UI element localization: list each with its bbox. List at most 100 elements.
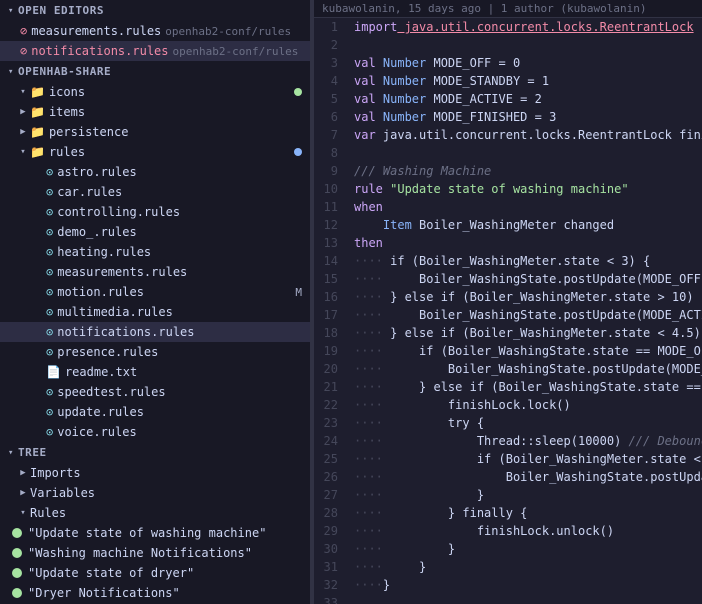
file-label: speedtest.rules	[57, 385, 165, 399]
file-multimedia[interactable]: ⊙ multimedia.rules	[0, 302, 310, 322]
rule-washing-state[interactable]: "Update state of washing machine"	[0, 523, 310, 543]
open-file-measurements[interactable]: ⊘ measurements.rules openhab2-conf/rules	[0, 21, 310, 41]
file-icon: ⊘	[20, 44, 27, 58]
folder-label: rules	[49, 145, 85, 159]
folder-arrow: ▾	[18, 87, 28, 97]
folder-icon: 📁	[30, 105, 45, 119]
rule-dot	[12, 568, 22, 578]
editor-header: kubawolanin, 15 days ago | 1 author (kub…	[314, 0, 702, 18]
file-car[interactable]: ⊙ car.rules	[0, 182, 310, 202]
code-line: ···· Boiler_WashingState.postUpdate(MODE…	[354, 306, 702, 324]
file-icon: 📄	[46, 365, 61, 379]
file-motion[interactable]: ⊙ motion.rules M	[0, 282, 310, 302]
arrow: ▶	[18, 468, 28, 478]
rule-dryer-notif[interactable]: "Dryer Notifications"	[0, 583, 310, 603]
file-speedtest[interactable]: ⊙ speedtest.rules	[0, 382, 310, 402]
code-line: ···· } else if (Boiler_WashingMeter.stat…	[354, 288, 702, 306]
file-label: readme.txt	[65, 365, 137, 379]
sidebar: ▾ OPEN EDITORS ⊘ measurements.rules open…	[0, 0, 310, 604]
folder-icon: 📁	[30, 125, 45, 139]
code-line: val Number MODE_ACTIVE = 2	[354, 90, 702, 108]
tree-item-label: Imports	[30, 466, 81, 480]
arrow: ▾	[18, 508, 28, 518]
file-icon: ⊙	[46, 205, 53, 219]
file-label: notifications.rules	[57, 325, 194, 339]
file-controlling[interactable]: ⊙ controlling.rules	[0, 202, 310, 222]
file-icon: ⊙	[46, 385, 53, 399]
file-label: measurements.rules	[57, 265, 187, 279]
code-line: ···· if (Boiler_WashingMeter.state < 3) …	[354, 252, 702, 270]
open-editors-header[interactable]: ▾ OPEN EDITORS	[0, 0, 310, 21]
file-label: controlling.rules	[57, 205, 180, 219]
tree-imports[interactable]: ▶ Imports	[0, 463, 310, 483]
file-icon: ⊙	[46, 225, 53, 239]
folder-arrow: ▶	[18, 127, 28, 137]
git-badge: M	[295, 286, 302, 299]
folder-arrow: ▾	[18, 147, 28, 157]
tree-variables[interactable]: ▶ Variables	[0, 483, 310, 503]
open-editors-arrow: ▾	[8, 6, 14, 16]
folder-icons[interactable]: ▾ 📁 icons	[0, 82, 310, 102]
file-icon: ⊘	[20, 24, 27, 38]
code-line: ···· if (Boiler_WashingMeter.state <	[354, 450, 702, 468]
editor: kubawolanin, 15 days ago | 1 author (kub…	[314, 0, 702, 604]
code-area[interactable]: import java.util.concurrent.locks.Reentr…	[346, 18, 702, 604]
file-label: multimedia.rules	[57, 305, 173, 319]
file-icon: ⊙	[46, 425, 53, 439]
openhab-share-label: OPENHAB-SHARE	[18, 65, 111, 78]
file-label: heating.rules	[57, 245, 151, 259]
file-update[interactable]: ⊙ update.rules	[0, 402, 310, 422]
code-line: ····}	[354, 576, 702, 594]
folder-rules[interactable]: ▾ 📁 rules	[0, 142, 310, 162]
rule-dot	[12, 548, 22, 558]
code-line: ···· finishLock.lock()	[354, 396, 702, 414]
editor-content: 12345 678910 1112131415 1617181920 21222…	[314, 18, 702, 604]
rule-label: "Washing machine Notifications"	[28, 546, 252, 560]
file-icon: ⊙	[46, 325, 53, 339]
code-line: when	[354, 198, 702, 216]
folder-icon: 📁	[30, 145, 45, 159]
code-line: ···· } finally {	[354, 504, 702, 522]
file-measurements[interactable]: ⊙ measurements.rules	[0, 262, 310, 282]
folder-persistence[interactable]: ▶ 📁 persistence	[0, 122, 310, 142]
code-line: val Number MODE_FINISHED = 3	[354, 108, 702, 126]
tree-label: TREE	[18, 446, 47, 459]
file-label: update.rules	[57, 405, 144, 419]
file-notifications[interactable]: ⊙ notifications.rules	[0, 322, 310, 342]
rule-washing-notif[interactable]: "Washing machine Notifications"	[0, 543, 310, 563]
file-label: motion.rules	[57, 285, 144, 299]
folder-label: persistence	[49, 125, 128, 139]
file-icon: ⊙	[46, 185, 53, 199]
code-line: var java.util.concurrent.locks.Reentrant…	[354, 126, 702, 144]
code-line: ···· }	[354, 540, 702, 558]
line-numbers: 12345 678910 1112131415 1617181920 21222…	[314, 18, 346, 604]
file-presence[interactable]: ⊙ presence.rules	[0, 342, 310, 362]
code-line: ···· } else if (Boiler_WashingMeter.stat…	[354, 324, 702, 342]
rule-dryer-state[interactable]: "Update state of dryer"	[0, 563, 310, 583]
folder-items[interactable]: ▶ 📁 items	[0, 102, 310, 122]
code-line: ···· Boiler_WashingState.postUpdate(MODE…	[354, 270, 702, 288]
rule-dot	[12, 528, 22, 538]
file-label: car.rules	[57, 185, 122, 199]
code-line: ···· }	[354, 486, 702, 504]
code-line: ···· }	[354, 558, 702, 576]
tree-rules[interactable]: ▾ Rules	[0, 503, 310, 523]
openhab-share-header[interactable]: ▾ OPENHAB-SHARE	[0, 61, 310, 82]
code-line	[354, 594, 702, 604]
tree-header[interactable]: ▾ TREE	[0, 442, 310, 463]
file-icon: ⊙	[46, 245, 53, 259]
file-voice[interactable]: ⊙ voice.rules	[0, 422, 310, 442]
modified-dot	[294, 148, 302, 156]
file-astro[interactable]: ⊙ astro.rules	[0, 162, 310, 182]
rule-label: "Update state of washing machine"	[28, 526, 266, 540]
rule-label: "Update state of dryer"	[28, 566, 194, 580]
file-icon: ⊙	[46, 305, 53, 319]
modified-dot	[294, 88, 302, 96]
open-file-label: notifications.rules	[31, 44, 168, 58]
file-demo[interactable]: ⊙ demo_.rules	[0, 222, 310, 242]
open-file-notifications[interactable]: ⊘ notifications.rules openhab2-conf/rule…	[0, 41, 310, 61]
file-heating[interactable]: ⊙ heating.rules	[0, 242, 310, 262]
file-readme[interactable]: 📄 readme.txt	[0, 362, 310, 382]
file-icon: ⊙	[46, 285, 53, 299]
open-file-label: measurements.rules	[31, 24, 161, 38]
